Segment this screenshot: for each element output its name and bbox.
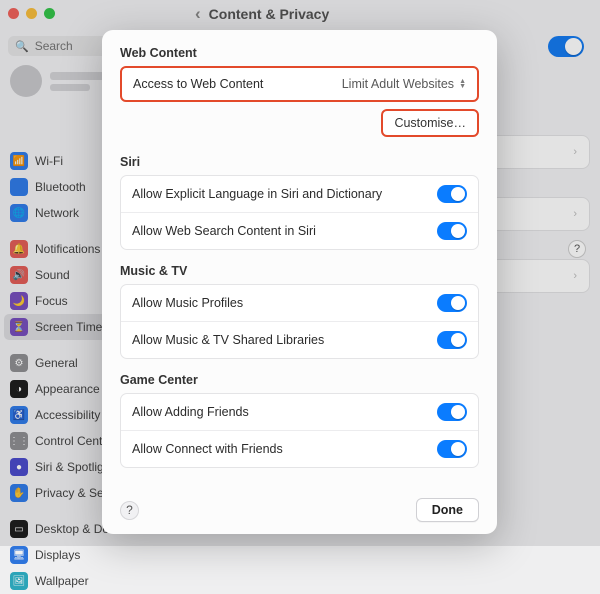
help-button[interactable]: ? xyxy=(120,501,139,520)
section-title: Game Center xyxy=(120,373,479,387)
setting-row: Access to Web Content Limit Adult Website… xyxy=(122,68,477,100)
toggle-switch[interactable] xyxy=(437,185,467,203)
settings-group: Allow Explicit Language in Siri and Dict… xyxy=(120,175,479,250)
setting-label: Allow Music & TV Shared Libraries xyxy=(132,333,324,347)
toggle-switch[interactable] xyxy=(437,222,467,240)
setting-label: Allow Music Profiles xyxy=(132,296,243,310)
setting-row: Allow Adding Friends xyxy=(121,394,478,430)
setting-label: Allow Adding Friends xyxy=(132,405,249,419)
sidebar-item-label: Wallpaper xyxy=(35,574,89,588)
section-title: Music & TV xyxy=(120,264,479,278)
toggle-switch[interactable] xyxy=(437,440,467,458)
setting-label: Allow Web Search Content in Siri xyxy=(132,224,316,238)
setting-label: Allow Explicit Language in Siri and Dict… xyxy=(132,187,382,201)
toggle-switch[interactable] xyxy=(437,331,467,349)
done-button[interactable]: Done xyxy=(416,498,479,522)
section-title: Siri xyxy=(120,155,479,169)
select-value: Limit Adult Websites xyxy=(342,77,454,91)
select-control[interactable]: Limit Adult Websites ▲▼ xyxy=(342,77,466,91)
setting-row: Allow Connect with Friends xyxy=(121,430,478,467)
wallpaper-icon: 🖼 xyxy=(10,572,28,590)
customise-button[interactable]: Customise… xyxy=(381,109,479,137)
toggle-switch[interactable] xyxy=(437,403,467,421)
setting-row: Allow Explicit Language in Siri and Dict… xyxy=(121,176,478,212)
setting-row: Allow Music & TV Shared Libraries xyxy=(121,321,478,358)
setting-row: Allow Web Search Content in Siri xyxy=(121,212,478,249)
settings-group: Allow Adding Friends Allow Connect with F… xyxy=(120,393,479,468)
content-privacy-sheet: Web Content Access to Web Content Limit Ad… xyxy=(102,30,497,534)
setting-label: Allow Connect with Friends xyxy=(132,442,283,456)
sidebar-item-wallpaper[interactable]: 🖼 Wallpaper xyxy=(4,568,122,594)
settings-group: Access to Web Content Limit Adult Website… xyxy=(120,66,479,102)
settings-group: Allow Music Profiles Allow Music & TV Sha… xyxy=(120,284,479,359)
setting-row: Allow Music Profiles xyxy=(121,285,478,321)
setting-label: Access to Web Content xyxy=(133,77,263,91)
toggle-switch[interactable] xyxy=(437,294,467,312)
displays-icon: 🖥 xyxy=(10,546,28,564)
sidebar-item-label: Displays xyxy=(35,548,80,562)
chevron-updown-icon: ▲▼ xyxy=(459,79,466,89)
section-title: Web Content xyxy=(120,46,479,60)
